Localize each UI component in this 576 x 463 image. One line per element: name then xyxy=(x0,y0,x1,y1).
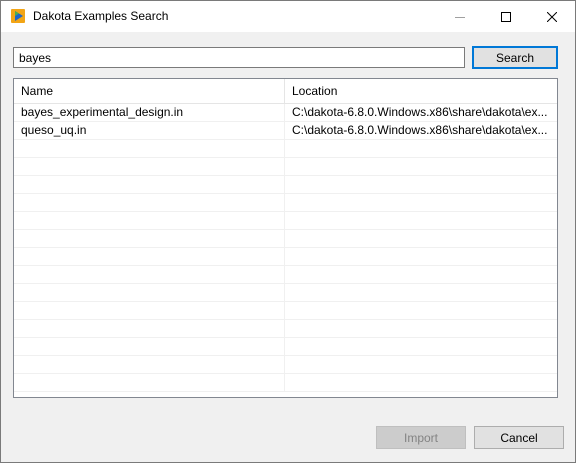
maximize-icon xyxy=(501,11,511,22)
close-icon xyxy=(547,11,557,22)
cancel-button[interactable]: Cancel xyxy=(474,426,564,449)
window-title: Dakota Examples Search xyxy=(33,9,169,23)
cell-location xyxy=(285,284,551,301)
cell-location xyxy=(285,302,551,319)
cell-location xyxy=(285,320,551,337)
maximize-button[interactable] xyxy=(483,1,529,32)
cell-name xyxy=(14,212,285,229)
table-row[interactable] xyxy=(14,356,557,374)
table-row[interactable] xyxy=(14,230,557,248)
cell-location xyxy=(285,374,551,391)
cell-name xyxy=(14,320,285,337)
table-row[interactable] xyxy=(14,140,557,158)
cell-name xyxy=(14,194,285,211)
cell-name xyxy=(14,356,285,373)
close-button[interactable] xyxy=(529,1,575,32)
cell-location xyxy=(285,176,551,193)
cell-name xyxy=(14,140,285,157)
cell-name: bayes_experimental_design.in xyxy=(14,104,285,121)
table-row[interactable]: queso_uq.in C:\dakota-6.8.0.Windows.x86\s… xyxy=(14,122,557,140)
cell-location xyxy=(285,338,551,355)
minimize-icon xyxy=(455,16,465,18)
cell-location: C:\dakota-6.8.0.Windows.x86\share\dakota… xyxy=(292,105,548,119)
cell-name: queso_uq.in xyxy=(14,122,285,139)
dakota-app-icon xyxy=(11,9,25,23)
table-row[interactable] xyxy=(14,266,557,284)
table-row[interactable] xyxy=(14,374,557,392)
cell-name xyxy=(14,158,285,175)
cell-name xyxy=(14,374,285,391)
table-row[interactable] xyxy=(14,158,557,176)
cell-name xyxy=(14,302,285,319)
import-button[interactable]: Import xyxy=(376,426,466,449)
cell-location xyxy=(285,194,551,211)
cell-location xyxy=(285,230,551,247)
cell-location xyxy=(285,248,551,265)
results-table[interactable]: Name Location bayes_experimental_design.… xyxy=(13,78,558,398)
cell-name xyxy=(14,338,285,355)
table-row[interactable]: bayes_experimental_design.in C:\dakota-6.… xyxy=(14,104,557,122)
table-row[interactable] xyxy=(14,320,557,338)
cell-location xyxy=(285,356,551,373)
table-row[interactable] xyxy=(14,212,557,230)
cell-location xyxy=(285,212,551,229)
search-button[interactable]: Search xyxy=(472,46,558,69)
cell-location xyxy=(285,266,551,283)
table-row[interactable] xyxy=(14,176,557,194)
cell-name xyxy=(14,230,285,247)
search-input[interactable] xyxy=(13,47,465,68)
table-row[interactable] xyxy=(14,248,557,266)
title-bar[interactable]: Dakota Examples Search xyxy=(1,1,575,32)
cell-name xyxy=(14,176,285,193)
cell-name xyxy=(14,266,285,283)
cell-location xyxy=(285,158,551,175)
table-row[interactable] xyxy=(14,194,557,212)
column-header-name[interactable]: Name xyxy=(14,79,285,104)
column-header-location[interactable]: Location xyxy=(285,79,557,104)
dialog-window: Dakota Examples Search Search Name Locat… xyxy=(0,0,576,463)
table-row[interactable] xyxy=(14,338,557,356)
table-row[interactable] xyxy=(14,284,557,302)
table-row[interactable] xyxy=(14,302,557,320)
minimize-button[interactable] xyxy=(437,1,483,32)
cell-name xyxy=(14,248,285,265)
cell-location xyxy=(285,140,551,157)
cell-location: C:\dakota-6.8.0.Windows.x86\share\dakota… xyxy=(292,123,548,137)
cell-name xyxy=(14,284,285,301)
table-body: bayes_experimental_design.in C:\dakota-6.… xyxy=(14,104,557,392)
table-header: Name Location xyxy=(14,79,557,104)
